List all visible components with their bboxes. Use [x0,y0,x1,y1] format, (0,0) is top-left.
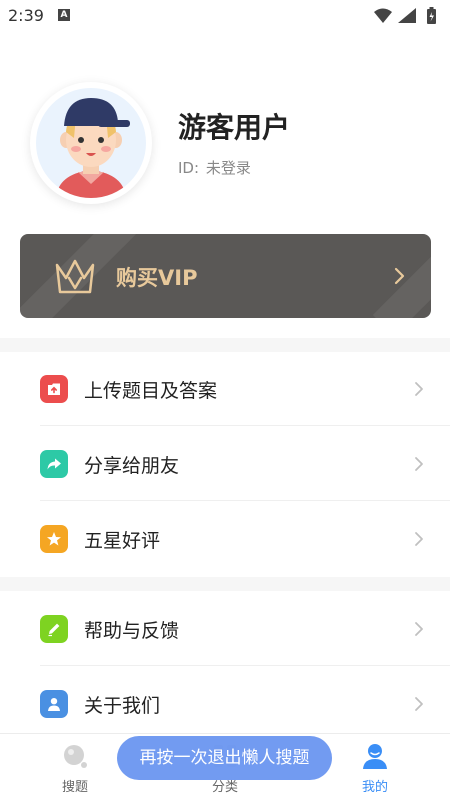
section-divider [0,577,450,591]
search-icon [64,745,87,768]
menu-item-rate[interactable]: 五星好评 [0,502,450,576]
upload-icon [40,375,68,403]
exit-toast: 再按一次退出懒人搜题 [117,736,332,780]
menu-item-help-feedback[interactable]: 帮助与反馈 [0,592,450,666]
mine-screen: 2:39 A 游客用户 ID: 未登录 购买VIP 上传题目及答案 分享给朋友 … [0,0,450,800]
menu-item-share[interactable]: 分享给朋友 [0,427,450,501]
chevron-right-icon [415,382,423,396]
nav-tab-label: 我的 [361,780,388,795]
cartoon-boy-icon [56,98,130,198]
crown-icon [55,259,95,294]
status-time: 2:39 [8,6,44,25]
avatar-image [36,88,146,198]
user-id-value: 未登录 [205,159,251,177]
menu-item-about-us[interactable]: 关于我们 [0,667,450,741]
user-name: 游客用户 [178,111,291,144]
wifi-icon [374,8,392,23]
chevron-right-icon [415,622,423,636]
profile-icon [363,744,387,769]
menu-item-label: 上传题目及答案 [84,380,218,402]
nav-tab-label: 搜题 [61,780,88,795]
chevron-right-icon [415,532,423,546]
user-icon [40,690,68,718]
menu-item-label: 分享给朋友 [84,455,180,477]
nav-tab-mine[interactable]: 我的 [335,742,415,798]
user-id: ID: 未登录 [178,157,251,178]
star-icon [40,525,68,553]
menu-divider [40,500,450,501]
chevron-right-icon [415,457,423,471]
nav-tab-search[interactable]: 搜题 [35,742,115,798]
status-icons [374,7,436,24]
status-bar: 2:39 A [0,0,450,32]
buy-vip-label: 购买VIP [116,266,198,290]
edit-icon [40,615,68,643]
section-divider [0,338,450,352]
menu-item-label: 帮助与反馈 [84,620,180,642]
chevron-right-icon [394,267,405,285]
menu-item-upload[interactable]: 上传题目及答案 [0,352,450,426]
share-icon [40,450,68,478]
menu-divider [40,425,450,426]
menu-item-label: 关于我们 [84,695,161,717]
buy-vip-banner[interactable]: 购买VIP [20,234,431,318]
status-notification-badge: A [58,9,70,21]
menu-item-label: 五星好评 [84,530,161,552]
signal-icon [398,8,416,23]
avatar[interactable] [30,82,152,204]
chevron-right-icon [415,697,423,711]
menu-divider [40,665,450,666]
user-id-label: ID: [178,159,200,177]
